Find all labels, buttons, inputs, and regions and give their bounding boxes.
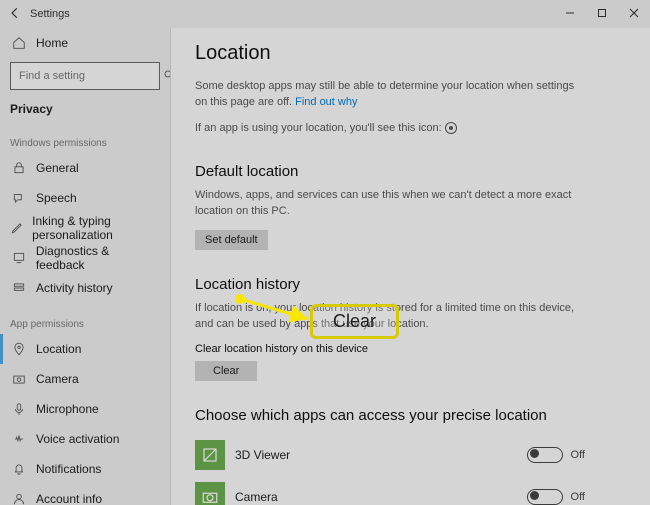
- annotation-dot: [235, 294, 245, 304]
- annotation-arrow: [0, 0, 650, 505]
